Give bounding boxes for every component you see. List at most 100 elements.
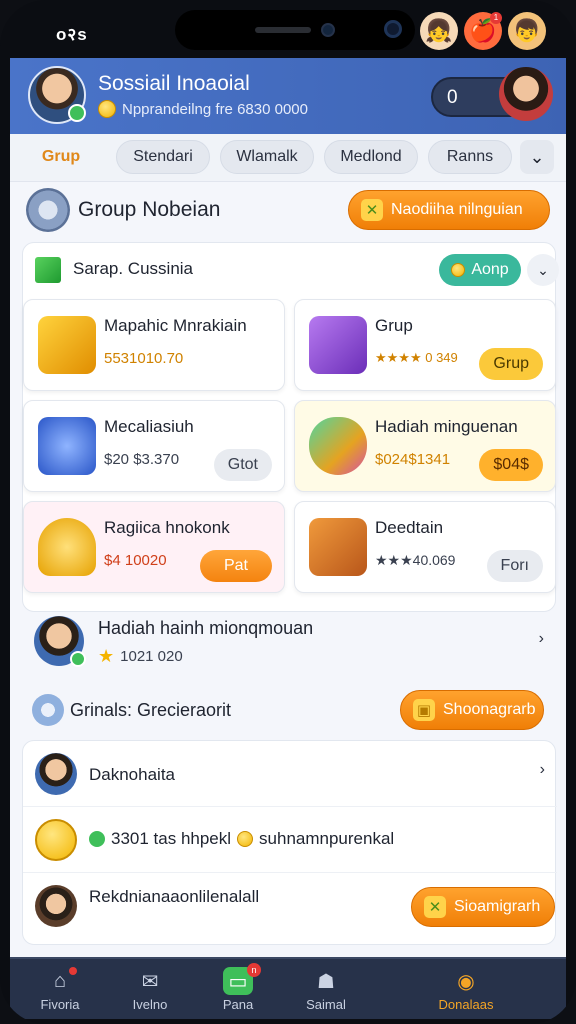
card-title: Deedtain [375, 518, 444, 537]
group-section-header: Group Nobeian ✕ Naodiiha nilnguian [10, 178, 566, 242]
nav-item-ivelno[interactable]: ✉ Ivelno [100, 959, 200, 1019]
product-card[interactable]: Deedtain ★★★40.069 Forı [294, 501, 556, 593]
card-action-button[interactable]: $04$ [479, 449, 543, 481]
speaker-grille [255, 27, 311, 33]
card-title: Hadiah minguenan [375, 417, 518, 436]
carrier-label: o२s [56, 25, 88, 44]
list-action-button[interactable]: ✕ Sioamigrarh [411, 887, 555, 927]
front-camera [321, 23, 335, 37]
gear-icon [26, 188, 70, 232]
cross-icon: ✕ [424, 896, 446, 918]
card-action-button[interactable]: Pat [199, 550, 272, 582]
person-stats: ★ 1021 020 [98, 646, 183, 667]
tab-bar: Grup Stendari Wlamalk Medlond Ranns ⌄ [10, 134, 566, 182]
user-avatar[interactable] [28, 66, 86, 124]
chevron-right-icon[interactable]: › [540, 761, 545, 779]
tab-wlamalk[interactable]: Wlamalk [220, 140, 314, 174]
chevron-down-icon[interactable]: ⌄ [520, 140, 554, 174]
card-title: Grup [375, 316, 413, 335]
person-name: Hadiah hainh mionqmouan [98, 618, 314, 638]
sparkle-icon [32, 694, 64, 726]
profile-icon: ◉ [457, 970, 475, 993]
badge-icon: ▣ [413, 699, 435, 721]
online-status-icon [70, 651, 86, 667]
gold-coin-icon [35, 819, 77, 861]
card-action-button[interactable]: Grup [479, 348, 543, 380]
list-item-title-row: 3301 tas hhpekl suhnamnpurenkal [89, 829, 394, 849]
product-card[interactable]: Mapahic Mnrakiain 5531010.70 [23, 299, 285, 391]
profile-toggle[interactable]: 0 [431, 67, 553, 121]
notification-badge: n [247, 963, 261, 977]
product-card[interactable]: Mecaliasiuh $20 $3.370 Gtot [23, 400, 285, 492]
app-title: Sossiail Inoaoial [98, 72, 250, 95]
list-item[interactable]: Daknohaita › [23, 741, 557, 807]
notification-dot [69, 967, 77, 975]
tab-medlond[interactable]: Medlond [324, 140, 418, 174]
friends-list: Daknohaita › 3301 tas hhpekl suhnamnpure… [22, 740, 557, 945]
group-action-button[interactable]: ✕ Naodiiha nilnguian [348, 190, 550, 230]
social-action-label: Shoonagrarb [443, 701, 536, 718]
tab-grup[interactable]: Grup [26, 140, 96, 174]
apple-avatar-icon[interactable]: 🍎 1 [464, 12, 502, 50]
card-price: ★★★40.069 [375, 552, 456, 568]
nav-item-fivoria[interactable]: ⌂ Fivoria [10, 959, 110, 1019]
check-icon [89, 831, 105, 847]
home-icon: ⌂ [45, 967, 77, 995]
nav-label: Donalaas [438, 997, 494, 1012]
list-item[interactable]: Rekdnianaaonlilenalall ✕ Sioamigrarh [23, 873, 557, 945]
card-action-button[interactable]: Gtot [213, 449, 272, 481]
card-price: ★★★★ 0 349 [375, 350, 458, 365]
camera-lens [384, 20, 402, 38]
list-item[interactable]: 3301 tas hhpekl suhnamnpurenkal [23, 807, 557, 873]
product-card[interactable]: Grup ★★★★ 0 349 Grup [294, 299, 556, 391]
header-subtitle: Npprandeilng fre 6830 0000 [98, 100, 308, 118]
list-action-label: Sioamigrarh [454, 898, 541, 915]
green-cube-icon [35, 257, 61, 283]
panel-title: Sarap. Cussinia [73, 259, 194, 278]
social-action-button[interactable]: ▣ Shoonagrarb [400, 690, 544, 730]
treasure-chest-icon [38, 316, 96, 374]
nav-item-saimal[interactable]: ☗ Saimal [276, 959, 376, 1019]
app-screen: Sossiail Inoaoial Npprandeilng fre 6830 … [10, 58, 566, 958]
chevron-right-icon[interactable]: › [539, 630, 544, 648]
list-item-title: Rekdnianaaonlilenalall [89, 887, 260, 906]
social-section-header: Grinals: Grecieraorit ▣ Shoonagrarb [10, 678, 566, 742]
chevron-down-icon[interactable]: ⌄ [527, 254, 559, 286]
wooden-box-icon [309, 518, 367, 576]
purple-chest-icon [309, 316, 367, 374]
product-card[interactable]: Hadiah minguenan $024$1341 $04$ [294, 400, 556, 492]
card-action-button[interactable]: Forı [486, 550, 543, 582]
toggle-value: 0 [447, 87, 458, 108]
cross-icon: ✕ [361, 199, 383, 221]
panel-header: Sarap. Cussinia Aonp ⌄ [23, 243, 559, 297]
card-price: 5531010.70 [104, 350, 184, 367]
card-price: $024$1341 [375, 451, 451, 468]
status-avatars: 👧 🍎 1 👦 [420, 8, 560, 54]
nav-item-donalaas[interactable]: ◉ Donalaas [416, 959, 516, 1019]
pill-label: Aonp [471, 261, 509, 278]
featured-person-row[interactable]: Hadiah hainh mionqmouan ★ 1021 020 › [22, 608, 556, 678]
golden-vase-icon [38, 518, 96, 576]
product-card[interactable]: Ragiica hnokonk $4 10020 Pat [23, 501, 285, 593]
section-title: Group Nobeian [78, 198, 221, 221]
coin-icon [98, 100, 116, 118]
phone-frame: o२s 👧 🍎 1 👦 Sossiail Inoaoial Npprandeiln… [0, 0, 576, 1024]
nav-label: Ivelno [132, 997, 168, 1012]
pill-button[interactable]: Aonp [439, 254, 521, 286]
gem-shield-icon [309, 417, 367, 475]
app-header: Sossiail Inoaoial Npprandeilng fre 6830 … [10, 58, 566, 134]
notch [175, 10, 415, 50]
nav-label: Saimal [306, 997, 346, 1012]
boy-avatar-icon[interactable]: 👦 [508, 12, 546, 50]
girl-avatar-icon[interactable]: 👧 [420, 12, 458, 50]
nav-item-pana[interactable]: ▭ n Pana [188, 959, 288, 1019]
person-avatar [34, 616, 86, 667]
coin-icon [237, 831, 254, 847]
tab-stendari[interactable]: Stendari [116, 140, 210, 174]
online-status-icon [68, 104, 86, 122]
star-icon: ★ [98, 646, 115, 666]
card-price: $4 10020 [104, 552, 167, 569]
people-icon: ☗ [317, 970, 335, 993]
nav-label: Pana [222, 997, 254, 1012]
tab-ranns[interactable]: Ranns [428, 140, 512, 174]
